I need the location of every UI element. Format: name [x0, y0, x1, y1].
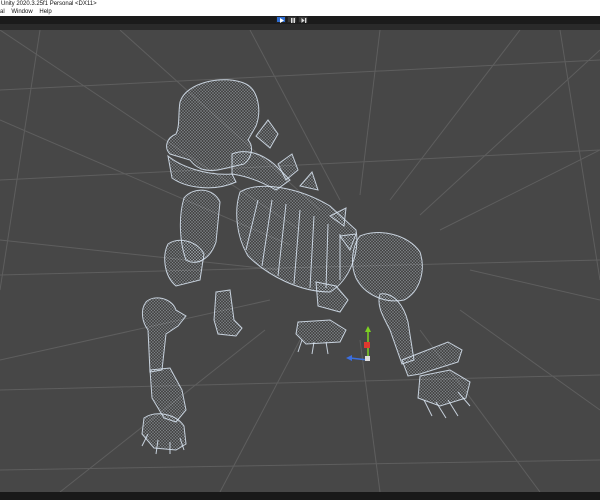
scene-view[interactable]: [0, 30, 600, 492]
gizmo-x-arrow[interactable]: [346, 355, 352, 361]
step-button[interactable]: [298, 16, 308, 23]
play-button[interactable]: [276, 16, 286, 23]
spine-spike: [299, 171, 319, 191]
foot-right: [417, 369, 471, 407]
foreleg-left: [213, 289, 243, 337]
spine-spike: [255, 119, 279, 149]
humerus-detached: [141, 297, 187, 373]
scene-canvas[interactable]: [0, 30, 600, 492]
gizmo-center[interactable]: [365, 356, 370, 361]
foot-left: [295, 319, 347, 345]
pause-button[interactable]: [287, 16, 297, 23]
play-icon: [280, 18, 284, 23]
gizmo-y-arrow[interactable]: [365, 326, 371, 332]
hand-detached: [141, 413, 187, 451]
status-bar: [0, 492, 600, 500]
rib-cage: [236, 185, 358, 293]
arm-left: [164, 239, 205, 287]
menu-item-partial[interactable]: al: [0, 8, 5, 16]
hind-leg-left: [315, 281, 349, 313]
window-title: Unity 2020.3.25f1 Personal <DX11>: [1, 1, 97, 7]
gizmo-z-handle[interactable]: [364, 342, 370, 348]
femur-right: [378, 293, 415, 365]
window-titlebar: Unity 2020.3.25f1 Personal <DX11>: [0, 0, 600, 8]
step-icon: [301, 18, 307, 23]
menu-item-help[interactable]: Help: [39, 8, 51, 16]
transform-gizmo[interactable]: [346, 326, 371, 361]
menu-bar: al Window Help: [0, 8, 600, 16]
toolbar: [0, 16, 600, 24]
pelvis: [352, 232, 423, 302]
pause-icon: [291, 18, 295, 23]
menu-item-window[interactable]: Window: [11, 8, 32, 16]
play-controls: [276, 16, 309, 24]
